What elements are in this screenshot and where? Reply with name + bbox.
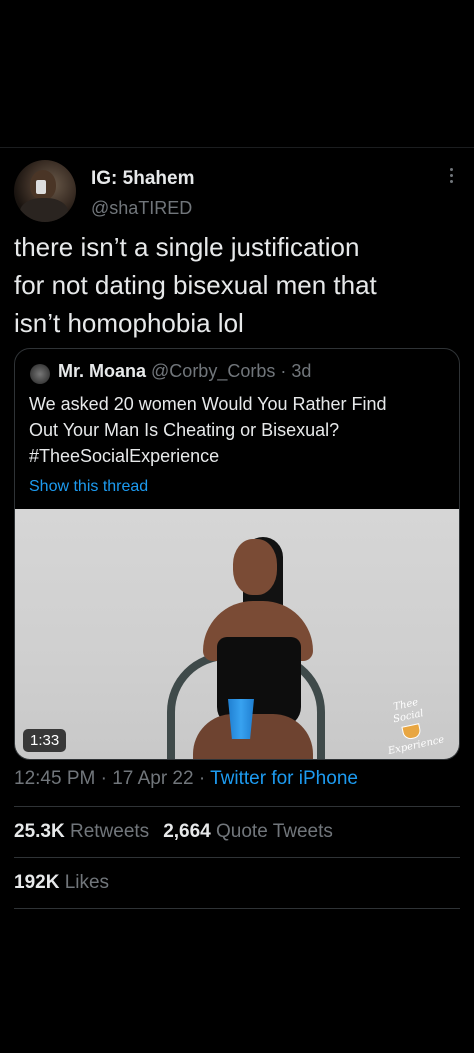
quoted-author-avatar xyxy=(30,364,50,384)
quoted-separator: · xyxy=(275,361,292,381)
top-divider xyxy=(0,147,474,148)
tweet-time[interactable]: 12:45 PM xyxy=(14,768,95,789)
quote-tweets-label: Quote Tweets xyxy=(216,821,333,842)
quote-tweets-count: 2,664 xyxy=(163,821,211,842)
tweet-source[interactable]: Twitter for iPhone xyxy=(210,768,358,789)
quoted-author-handle: @Corby_Corbs xyxy=(151,361,276,381)
video-person-legs xyxy=(193,714,313,759)
timestamp-separator-1: · xyxy=(95,768,113,789)
timestamp-separator-2: · xyxy=(193,768,211,789)
stats-divider-bottom xyxy=(14,908,460,909)
video-person-face xyxy=(233,539,277,595)
author-avatar[interactable] xyxy=(14,160,76,222)
stats-divider-top xyxy=(14,806,460,807)
retweets-stat[interactable]: 25.3K Retweets xyxy=(14,821,149,842)
tweet-text: there isn’t a single justification for n… xyxy=(14,232,377,338)
video-watermark-logo: Thee Social Experience xyxy=(387,696,446,758)
quote-tweets-stat[interactable]: 2,664 Quote Tweets xyxy=(163,821,333,842)
quoted-tweet-age: 3d xyxy=(291,361,312,381)
quoted-tweet[interactable]: Mr. Moana @Corby_Corbs · 3d We asked 20 … xyxy=(14,348,460,760)
quoted-author-name: Mr. Moana xyxy=(58,361,147,381)
retweets-count: 25.3K xyxy=(14,821,65,842)
video-blue-cup xyxy=(228,699,254,739)
video-duration-badge: 1:33 xyxy=(23,729,67,752)
engagement-stats: 25.3K Retweets 2,664 Quote Tweets xyxy=(14,821,333,843)
tweet-date[interactable]: 17 Apr 22 xyxy=(112,768,193,789)
show-thread-link[interactable]: Show this thread xyxy=(29,478,148,496)
avatar-phone xyxy=(36,180,46,194)
tweet-timestamp: 12:45 PM · 17 Apr 22 · Twitter for iPhon… xyxy=(14,768,358,790)
more-vertical-icon[interactable] xyxy=(450,168,454,186)
retweets-label: Retweets xyxy=(69,821,150,842)
avatar-body xyxy=(20,198,68,222)
likes-label: Likes xyxy=(64,872,110,893)
tweet-header: IG: 5hahem @shaTIRED xyxy=(14,160,460,224)
likes-stat[interactable]: 192K Likes xyxy=(14,872,109,894)
quoted-video[interactable]: Thee Social Experience 1:33 xyxy=(15,509,459,759)
stats-divider-middle xyxy=(14,857,460,858)
quoted-tweet-text: We asked 20 women Would You Rather Find … xyxy=(29,394,387,466)
author-display-name[interactable]: IG: 5hahem xyxy=(91,168,194,190)
likes-count: 192K xyxy=(14,872,60,893)
author-handle[interactable]: @shaTIRED xyxy=(91,198,192,219)
quoted-tweet-header: Mr. Moana @Corby_Corbs · 3d xyxy=(58,361,311,382)
